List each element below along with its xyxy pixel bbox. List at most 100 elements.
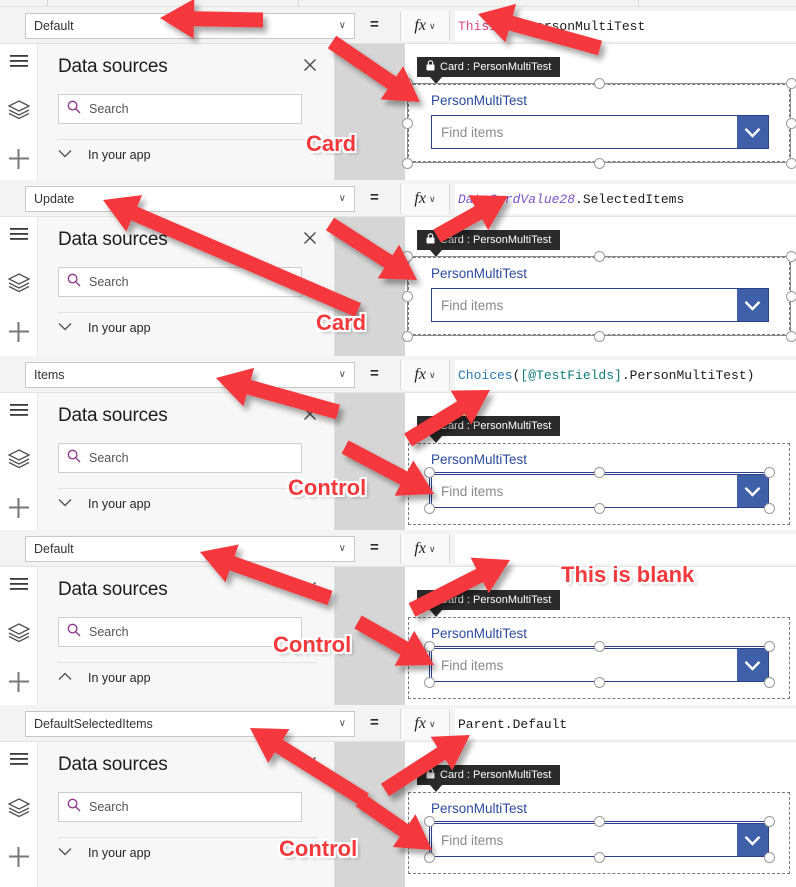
- selection-handle[interactable]: [593, 77, 605, 89]
- property-select[interactable]: DefaultSelectedItems ∨: [25, 711, 355, 737]
- fx-button[interactable]: fx ∨: [400, 11, 450, 41]
- formula-token: .PersonMultiTest: [520, 18, 646, 34]
- panel-title: Data sources: [58, 229, 168, 250]
- panel-group-in-your-app[interactable]: In your app: [58, 497, 151, 511]
- layers-icon[interactable]: [0, 99, 38, 120]
- selection-handle[interactable]: [593, 466, 605, 478]
- selection-handle[interactable]: [423, 502, 435, 514]
- search-input[interactable]: Search: [58, 617, 302, 647]
- selection-handle[interactable]: [401, 77, 413, 89]
- selection-handle[interactable]: [763, 640, 775, 652]
- selection-handle[interactable]: [401, 330, 413, 342]
- selection-handle[interactable]: [763, 815, 775, 827]
- fx-button[interactable]: fx ∨: [400, 360, 450, 390]
- formula-input[interactable]: [455, 534, 796, 564]
- layers-icon[interactable]: [0, 797, 38, 818]
- plus-icon[interactable]: [0, 148, 38, 170]
- panel-title: Data sources: [58, 56, 168, 77]
- formula-input[interactable]: DataCardValue28 .SelectedItems: [455, 184, 796, 214]
- selection-handle[interactable]: [401, 290, 413, 302]
- selection-handle[interactable]: [763, 851, 775, 863]
- panel-group-in-your-app[interactable]: In your app: [58, 671, 151, 685]
- property-select[interactable]: Default ∨: [25, 536, 355, 562]
- hamburger-menu-icon[interactable]: [0, 52, 38, 69]
- close-icon[interactable]: [303, 756, 317, 773]
- selection-handle[interactable]: [423, 466, 435, 478]
- layers-icon[interactable]: [0, 622, 38, 643]
- search-icon: [67, 798, 81, 817]
- selection-handle[interactable]: [423, 676, 435, 688]
- search-icon: [67, 273, 81, 292]
- panel-group-in-your-app[interactable]: In your app: [58, 148, 151, 162]
- fx-button[interactable]: fx ∨: [400, 534, 450, 564]
- selection-handle[interactable]: [785, 117, 796, 129]
- search-input[interactable]: Search: [58, 267, 302, 297]
- plus-icon[interactable]: [0, 846, 38, 868]
- property-select[interactable]: Default ∨: [25, 13, 355, 39]
- hamburger-menu-icon[interactable]: [0, 401, 38, 418]
- close-icon[interactable]: [303, 58, 317, 75]
- hamburger-menu-icon[interactable]: [0, 225, 38, 242]
- card-field-label: PersonMultiTest: [431, 452, 528, 467]
- close-icon[interactable]: [303, 407, 317, 424]
- formula-token: Choices: [458, 367, 513, 383]
- selection-handle[interactable]: [593, 640, 605, 652]
- search-input[interactable]: Search: [58, 443, 302, 473]
- panel-group-in-your-app[interactable]: In your app: [58, 846, 151, 860]
- selection-handle[interactable]: [763, 502, 775, 514]
- layers-icon[interactable]: [0, 272, 38, 293]
- chevron-down-icon: ∨: [338, 369, 346, 380]
- selection-handle[interactable]: [593, 250, 605, 262]
- plus-icon[interactable]: [0, 321, 38, 343]
- selection-handle[interactable]: [593, 330, 605, 342]
- formula-input[interactable]: Parent.Default: [455, 709, 796, 739]
- selection-handle[interactable]: [785, 77, 796, 89]
- selection-handle[interactable]: [763, 676, 775, 688]
- selection-handle[interactable]: [593, 157, 605, 169]
- search-input[interactable]: Search: [58, 792, 302, 822]
- property-select[interactable]: Items ∨: [25, 362, 355, 388]
- selection-handle[interactable]: [401, 117, 413, 129]
- panel-group-label: In your app: [88, 148, 151, 162]
- layers-icon[interactable]: [0, 448, 38, 469]
- selection-handle[interactable]: [423, 815, 435, 827]
- formula-token: .PersonMultiTest): [621, 367, 755, 383]
- card-tooltip: Card : PersonMultiTest: [417, 765, 561, 792]
- selection-handle[interactable]: [423, 640, 435, 652]
- panel-divider: [58, 488, 317, 489]
- panel-group-in-your-app[interactable]: In your app: [58, 321, 151, 335]
- formula-input[interactable]: Choices([@TestFields] .PersonMultiTest): [455, 360, 796, 390]
- selection-handle[interactable]: [593, 851, 605, 863]
- formula-token: (: [512, 367, 521, 383]
- selection-frame: [407, 256, 791, 336]
- formula-input[interactable]: ThisItem .PersonMultiTest: [455, 11, 796, 41]
- selection-handle[interactable]: [423, 851, 435, 863]
- selection-handle[interactable]: [593, 676, 605, 688]
- fx-button[interactable]: fx ∨: [400, 184, 450, 214]
- fx-label: fx: [414, 715, 426, 732]
- selection-handle[interactable]: [401, 157, 413, 169]
- search-input[interactable]: Search: [58, 94, 302, 124]
- selection-handle[interactable]: [593, 502, 605, 514]
- hamburger-menu-icon[interactable]: [0, 575, 38, 592]
- selection-handle[interactable]: [785, 157, 796, 169]
- left-rail: [0, 567, 38, 705]
- hamburger-menu-icon[interactable]: [0, 750, 38, 767]
- close-icon[interactable]: [303, 581, 317, 598]
- selection-handle[interactable]: [401, 250, 413, 262]
- selection-handle[interactable]: [785, 250, 796, 262]
- formula-bar: DefaultSelectedItems ∨ = fx ∨ Parent.Default: [0, 705, 796, 742]
- equals-sign: =: [370, 539, 379, 556]
- toolbar-divider-1: [298, 0, 299, 7]
- plus-icon[interactable]: [0, 671, 38, 693]
- selection-handle[interactable]: [763, 466, 775, 478]
- selection-handle[interactable]: [593, 815, 605, 827]
- fx-button[interactable]: fx ∨: [400, 709, 450, 739]
- selection-handle[interactable]: [785, 330, 796, 342]
- lock-icon: [426, 419, 435, 433]
- plus-icon[interactable]: [0, 497, 38, 519]
- selection-handle[interactable]: [785, 290, 796, 302]
- close-icon[interactable]: [303, 231, 317, 248]
- property-select[interactable]: Update ∨: [25, 186, 355, 212]
- card-tooltip-label: Card : PersonMultiTest: [440, 61, 552, 73]
